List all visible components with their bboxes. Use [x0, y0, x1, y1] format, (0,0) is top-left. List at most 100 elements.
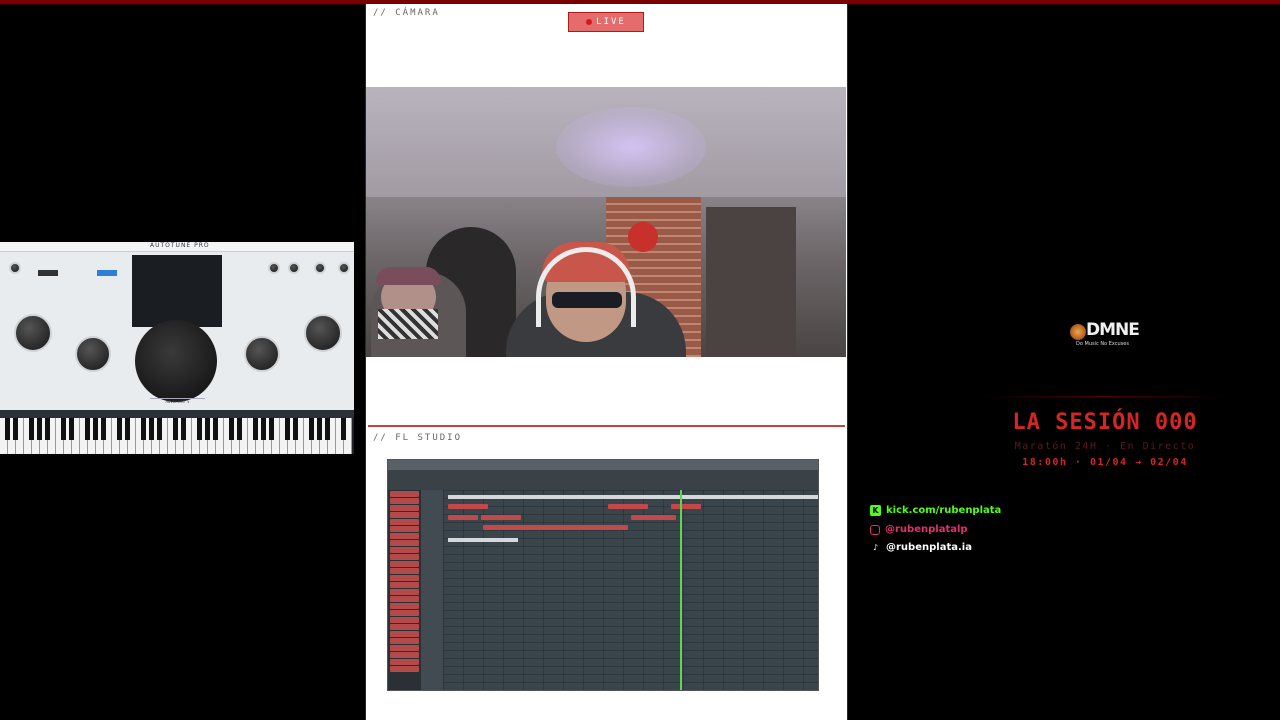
fl-pattern-clip[interactable]: [671, 504, 701, 509]
fl-browser-item[interactable]: [390, 561, 419, 567]
fl-browser-item[interactable]: [390, 610, 419, 616]
fl-playlist-grid[interactable]: [443, 490, 818, 690]
fl-browser-item[interactable]: [390, 547, 419, 553]
fl-track-headers[interactable]: [421, 490, 443, 690]
autotune-title: AUTOTUNE PRO: [150, 242, 210, 249]
fl-toolbar[interactable]: [388, 470, 818, 491]
piano-black-key[interactable]: [93, 418, 98, 440]
piano-black-key[interactable]: [101, 418, 106, 440]
fl-browser-item[interactable]: [390, 617, 419, 623]
piano-black-key[interactable]: [285, 418, 290, 440]
humanize-knob[interactable]: [75, 336, 111, 372]
piano-black-key[interactable]: [317, 418, 322, 440]
fl-browser-item[interactable]: [390, 624, 419, 630]
piano-black-key[interactable]: [69, 418, 74, 440]
fl-browser-item[interactable]: [390, 568, 419, 574]
fl-browser-item[interactable]: [390, 582, 419, 588]
fl-studio-window[interactable]: [387, 459, 819, 691]
fl-browser-item[interactable]: [390, 645, 419, 651]
fl-browser-item[interactable]: [390, 575, 419, 581]
piano-black-key[interactable]: [45, 418, 50, 440]
fl-pattern-clip[interactable]: [448, 515, 478, 520]
piano-black-key[interactable]: [13, 418, 18, 440]
advanced-toggle[interactable]: Advanced ∨: [150, 398, 205, 407]
autotune-preset-menu[interactable]: [132, 255, 222, 327]
fl-playhead[interactable]: [680, 490, 682, 690]
fl-browser-item[interactable]: [390, 512, 419, 518]
fl-browser-item[interactable]: [390, 638, 419, 644]
piano-black-key[interactable]: [213, 418, 218, 440]
social-instagram-text: @rubenplatalp: [885, 524, 968, 535]
piano-black-key[interactable]: [149, 418, 154, 440]
piano-black-key[interactable]: [173, 418, 178, 440]
fl-pattern-clip[interactable]: [483, 525, 628, 530]
fl-section-label: // FL STUDIO: [373, 433, 463, 443]
piano-black-key[interactable]: [325, 418, 330, 440]
piano-black-key[interactable]: [253, 418, 258, 440]
fl-browser-panel[interactable]: [388, 490, 421, 690]
fl-browser-item[interactable]: [390, 631, 419, 637]
fl-pattern-clip[interactable]: [608, 504, 648, 509]
small-knob-3[interactable]: [288, 262, 300, 274]
small-knob-2[interactable]: [268, 262, 280, 274]
fl-pattern-clip[interactable]: [631, 515, 676, 520]
fl-browser-item[interactable]: [390, 603, 419, 609]
fl-pattern-clip[interactable]: [448, 504, 488, 509]
fl-audio-clip[interactable]: [448, 538, 518, 542]
fl-browser-item[interactable]: [390, 596, 419, 602]
natural-vibrato-knob[interactable]: [244, 336, 280, 372]
social-kick[interactable]: K kick.com/rubenplata: [870, 505, 1001, 516]
piano-black-key[interactable]: [197, 418, 202, 440]
piano-black-key[interactable]: [237, 418, 242, 440]
social-instagram[interactable]: @rubenplatalp: [870, 524, 968, 535]
piano-black-key[interactable]: [85, 418, 90, 440]
fl-browser-item[interactable]: [390, 526, 419, 532]
piano-black-key[interactable]: [229, 418, 234, 440]
fl-browser-item[interactable]: [390, 505, 419, 511]
fl-browser-item[interactable]: [390, 589, 419, 595]
piano-black-key[interactable]: [261, 418, 266, 440]
piano-black-key[interactable]: [341, 418, 346, 440]
small-knob-1[interactable]: [9, 262, 21, 274]
piano-black-key[interactable]: [37, 418, 42, 440]
fl-browser-item[interactable]: [390, 491, 419, 497]
fl-browser-item[interactable]: [390, 533, 419, 539]
fl-menu-bar[interactable]: [388, 460, 818, 470]
fl-browser-item[interactable]: [390, 498, 419, 504]
fl-audio-clip[interactable]: [448, 495, 818, 499]
piano-black-key[interactable]: [29, 418, 34, 440]
fl-browser-item[interactable]: [390, 554, 419, 560]
piano-black-key[interactable]: [181, 418, 186, 440]
piano-black-key[interactable]: [141, 418, 146, 440]
piano-black-key[interactable]: [61, 418, 66, 440]
piano-black-key[interactable]: [309, 418, 314, 440]
fl-pattern-clip[interactable]: [481, 515, 521, 520]
piano-keyboard[interactable]: [0, 410, 354, 454]
fl-browser-item[interactable]: [390, 666, 419, 672]
piano-black-key[interactable]: [269, 418, 274, 440]
social-kick-text: kick.com/rubenplata: [886, 505, 1002, 516]
fl-browser-item[interactable]: [390, 519, 419, 525]
event-subtitle: Maratón 24H · En Directo: [1014, 441, 1196, 452]
fl-browser-item[interactable]: [390, 540, 419, 546]
piano-black-key[interactable]: [5, 418, 10, 440]
autotune-scale-button[interactable]: [97, 270, 117, 276]
flex-tune-knob[interactable]: [304, 314, 342, 352]
logo-tagline: Do Music No Excuses: [1076, 341, 1129, 347]
piano-black-key[interactable]: [157, 418, 162, 440]
autotune-key-button[interactable]: [38, 270, 58, 276]
instagram-icon: [870, 524, 880, 535]
pitch-display-knob[interactable]: [135, 320, 217, 402]
piano-black-key[interactable]: [205, 418, 210, 440]
small-knob-4[interactable]: [314, 262, 326, 274]
fl-browser-item[interactable]: [390, 659, 419, 665]
fl-browser-item[interactable]: [390, 652, 419, 658]
small-knob-5[interactable]: [338, 262, 350, 274]
social-tiktok[interactable]: ♪ @rubenplata.ia: [870, 542, 972, 553]
retune-speed-knob[interactable]: [14, 314, 52, 352]
piano-black-key[interactable]: [293, 418, 298, 440]
autotune-plugin-window[interactable]: AUTOTUNE PRO Advanced ∨: [0, 242, 354, 410]
piano-black-key[interactable]: [117, 418, 122, 440]
piano-black-key[interactable]: [125, 418, 130, 440]
webcam-doorway: [706, 207, 796, 357]
